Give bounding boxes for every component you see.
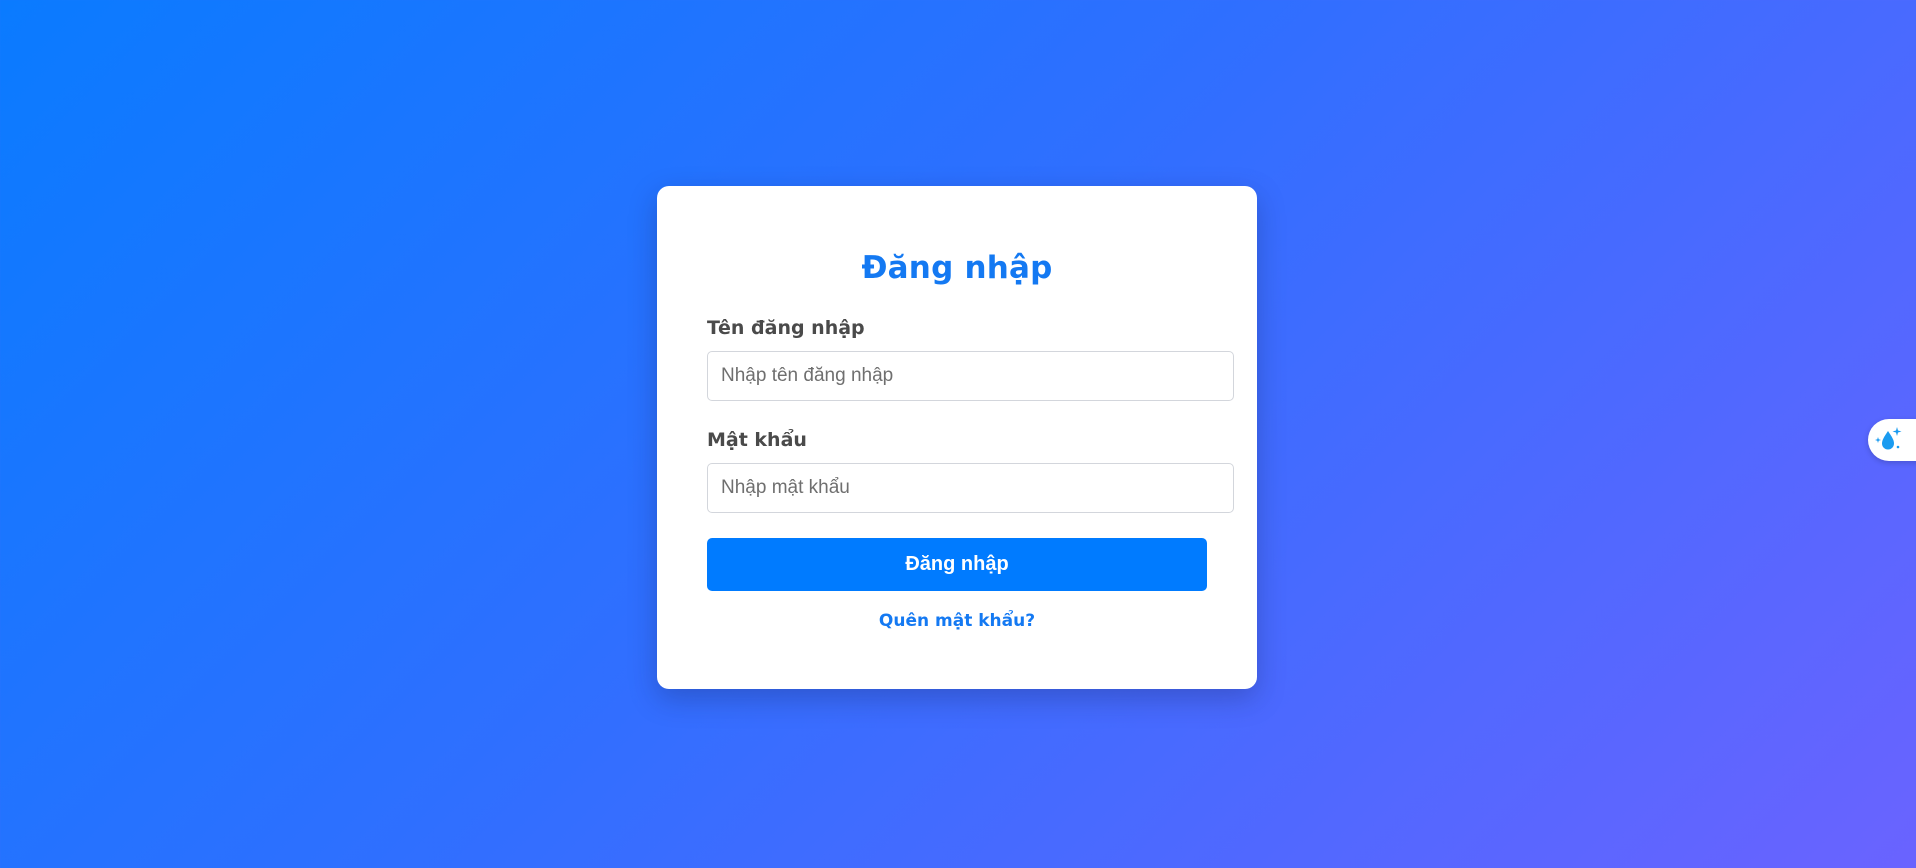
extension-widget[interactable] bbox=[1868, 419, 1916, 461]
username-label: Tên đăng nhập bbox=[707, 317, 865, 339]
username-input[interactable] bbox=[707, 351, 1234, 401]
login-card: Đăng nhập Tên đăng nhập Mật khẩu Đăng nh… bbox=[657, 186, 1257, 689]
password-input[interactable] bbox=[707, 463, 1234, 513]
login-title: Đăng nhập bbox=[861, 250, 1053, 286]
login-button[interactable]: Đăng nhập bbox=[707, 538, 1207, 591]
password-label: Mật khẩu bbox=[707, 429, 807, 451]
forgot-password-link[interactable]: Quên mật khẩu? bbox=[657, 611, 1257, 631]
water-drop-sparkle-icon bbox=[1875, 427, 1902, 450]
